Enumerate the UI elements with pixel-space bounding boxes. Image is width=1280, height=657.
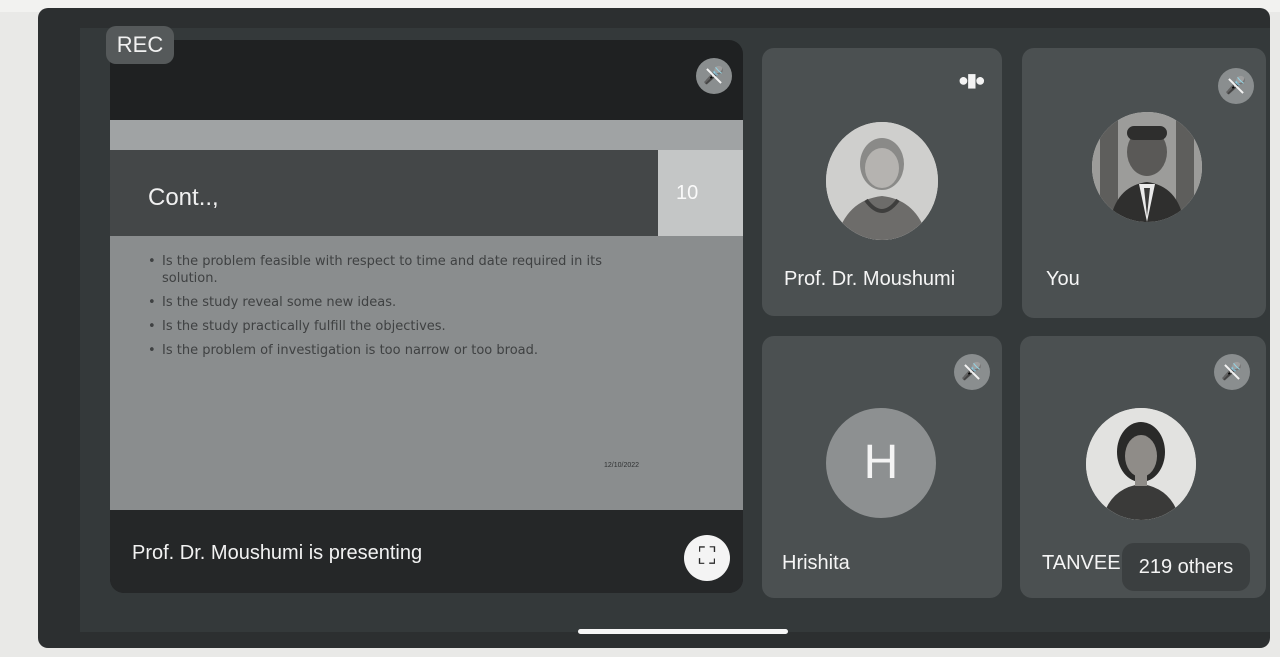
participant-name: You [1046, 268, 1080, 290]
avatar: H [826, 408, 936, 518]
mic-off-icon: 🎤 [1214, 354, 1250, 390]
fullscreen-button[interactable]: ⛶ [684, 535, 730, 581]
slide-number: 10 [676, 182, 699, 204]
slide-date: 12/10/2022 [604, 462, 640, 469]
slide-bullet: Is the problem feasible with respect to … [148, 253, 648, 287]
slide-title: Cont.., [148, 184, 219, 211]
participant-tile-hrishita[interactable]: 🎤 H Hrishita [762, 336, 1002, 598]
presentation-stage[interactable]: 🎤 Cont.., 10 Is the problem feasible wit… [110, 40, 743, 593]
slide-bullets: Is the problem feasible with respect to … [148, 253, 648, 366]
slide-header-band [110, 120, 743, 154]
participant-tile-moushumi[interactable]: ●▮● Prof. Dr. Moushumi [762, 48, 1002, 316]
others-count-button[interactable]: 219 others [1122, 543, 1250, 591]
participant-name: Hrishita [782, 552, 850, 574]
slide-bullet: Is the study reveal some new ideas. [148, 294, 648, 311]
recording-badge: REC [106, 26, 174, 64]
shared-slide: Cont.., 10 Is the problem feasible with … [110, 120, 743, 560]
home-indicator[interactable] [578, 629, 788, 634]
slide-number-box [658, 150, 743, 236]
avatar [1086, 408, 1196, 520]
fullscreen-icon: ⛶ [698, 543, 716, 570]
participant-name: Prof. Dr. Moushumi [784, 268, 956, 290]
audio-wave-icon: ●▮● [958, 70, 986, 90]
slide-bullet: Is the problem of investigation is too n… [148, 342, 648, 359]
participant-tile-you[interactable]: 🎤 You [1022, 48, 1266, 318]
avatar [826, 122, 938, 240]
avatar [1092, 112, 1202, 222]
mic-off-icon: 🎤 [696, 58, 732, 94]
presenter-status: Prof. Dr. Moushumi is presenting [132, 542, 423, 564]
slide-bullet: Is the study practically fulfill the obj… [148, 318, 648, 335]
participant-name: TANVEE [1042, 552, 1121, 574]
mic-off-icon: 🎤 [1218, 68, 1254, 104]
mic-off-icon: 🎤 [954, 354, 990, 390]
